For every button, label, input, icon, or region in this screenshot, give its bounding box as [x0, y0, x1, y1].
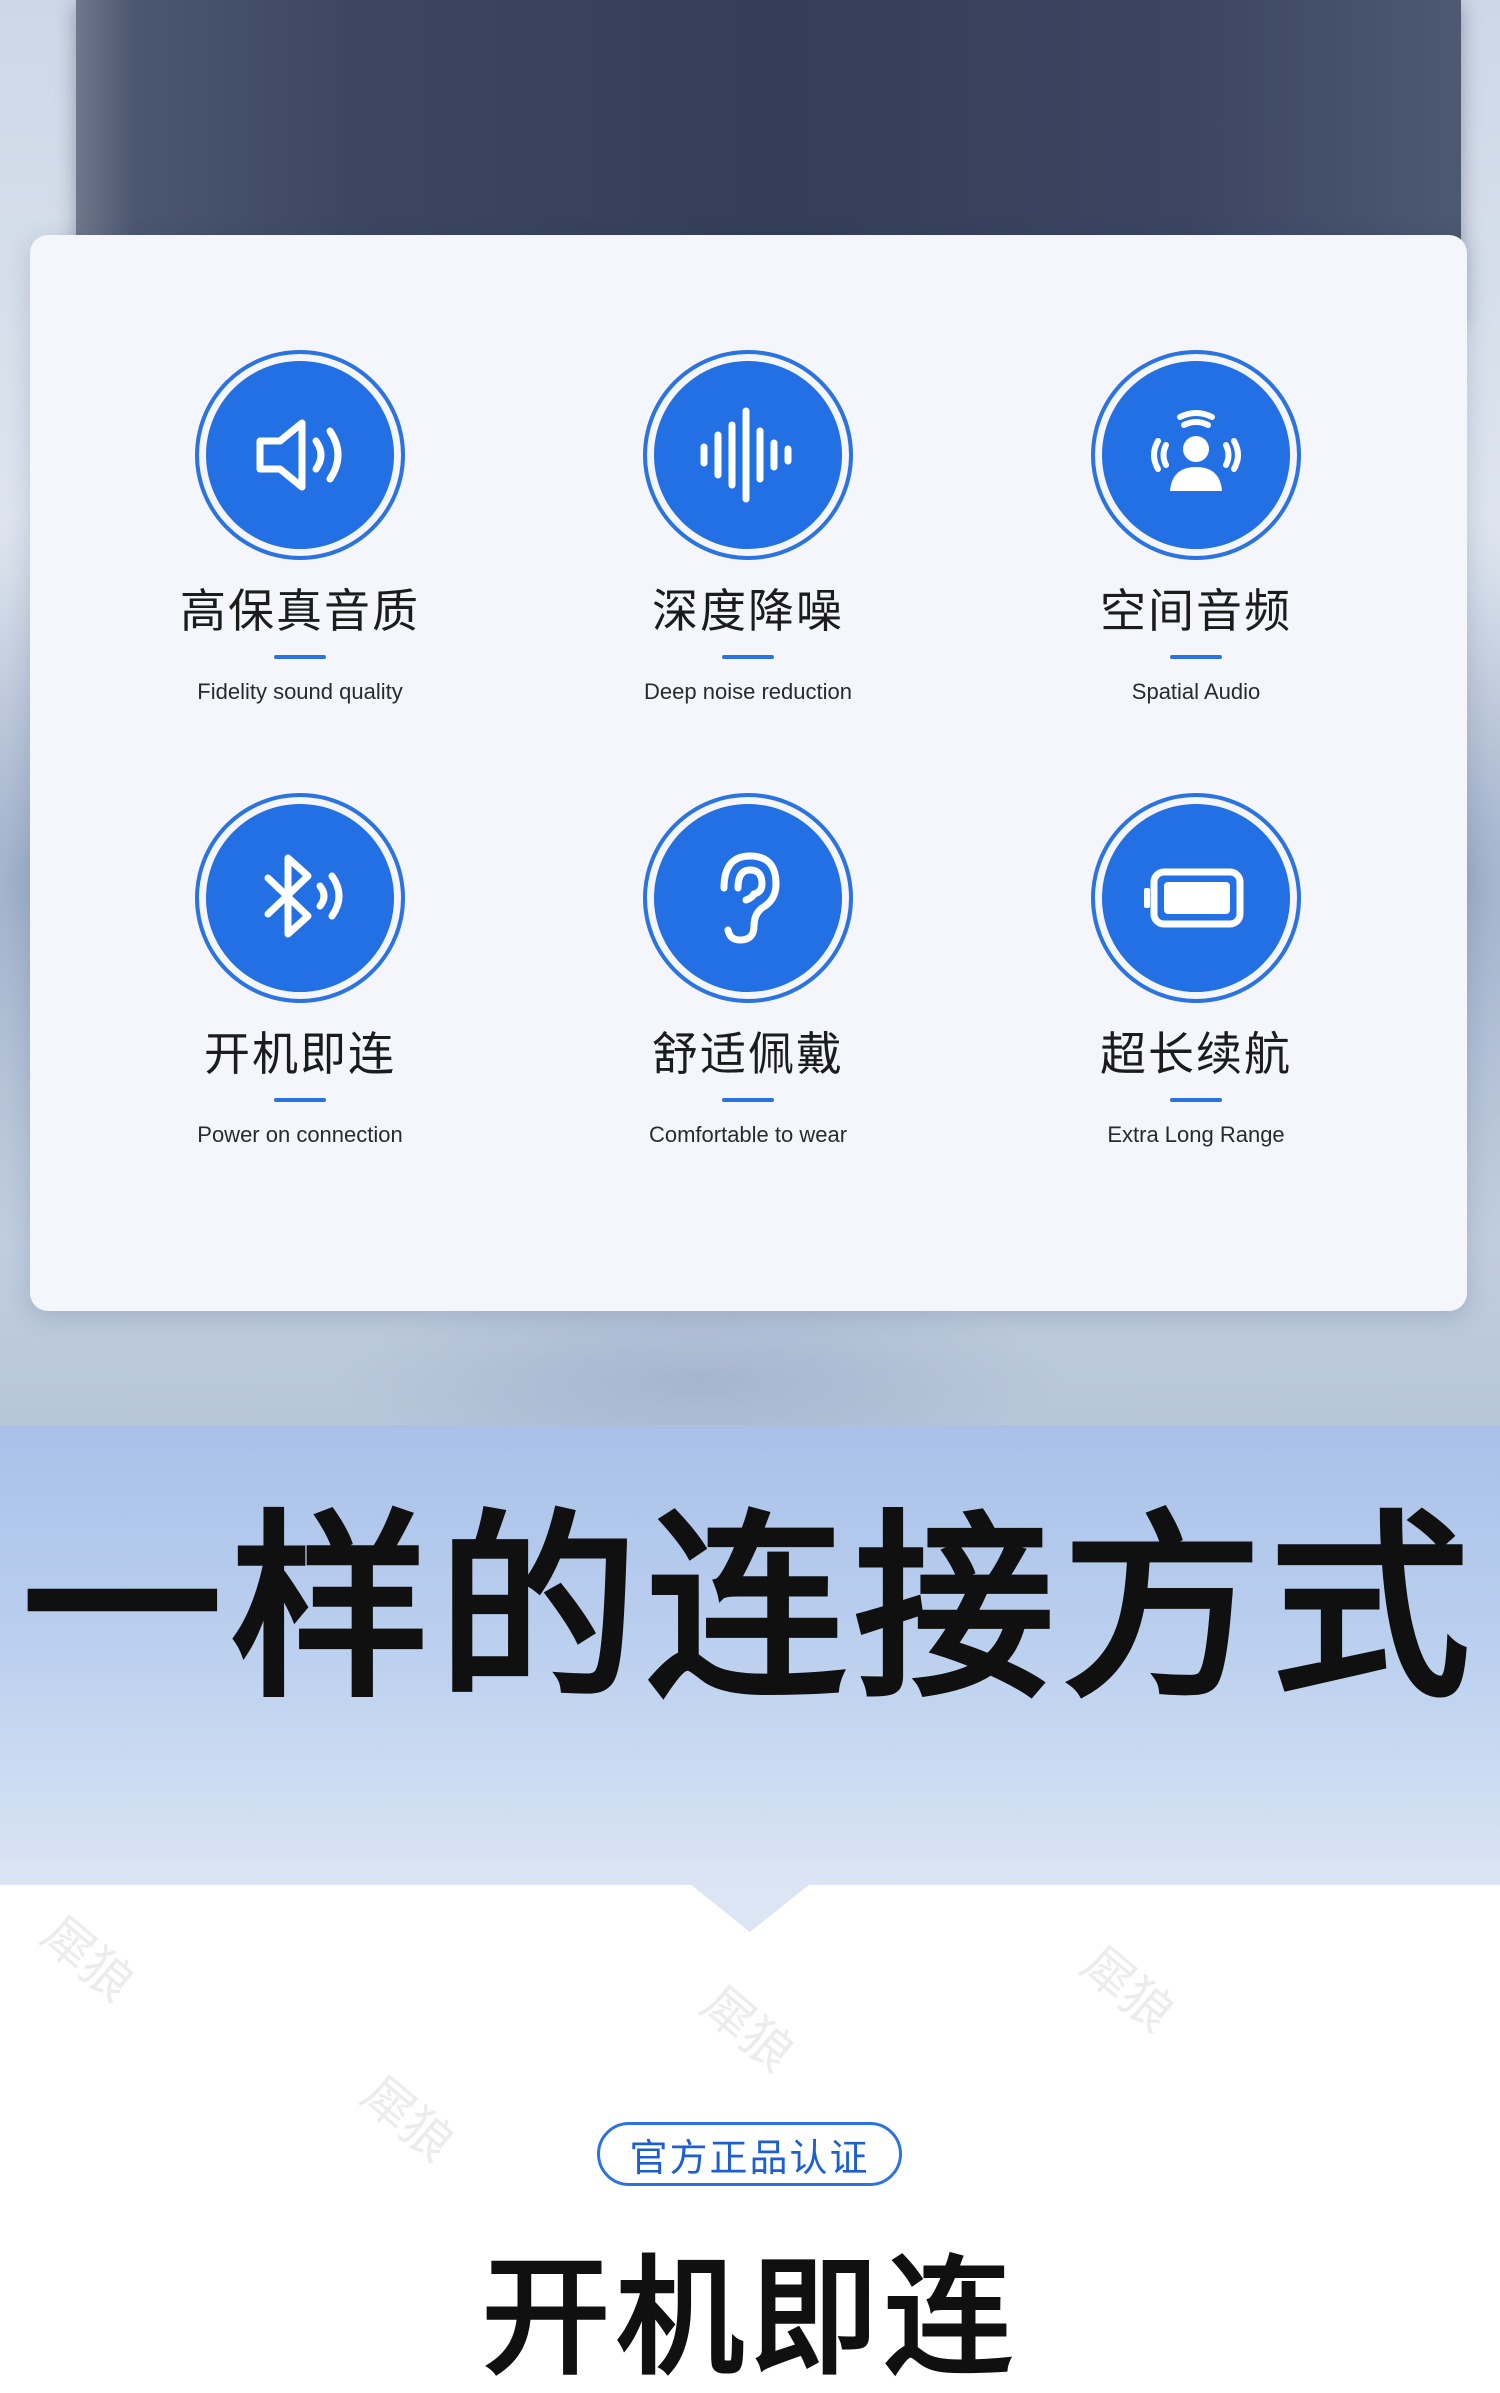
headline-title: 一样的连接方式 — [21, 1493, 1478, 1726]
spatial-audio-person-icon — [1102, 361, 1290, 549]
watermark: 犀狼 — [30, 1904, 145, 2014]
divider — [274, 655, 326, 660]
official-certification-badge: 官方正品认证 — [597, 2122, 902, 2186]
feature-title: 舒适佩戴 — [652, 1027, 844, 1081]
icon-ring — [1091, 350, 1301, 560]
icon-ring — [195, 350, 405, 560]
watermark: 犀狼 — [690, 1974, 805, 2084]
icon-ring — [195, 793, 405, 1003]
divider — [274, 1098, 326, 1103]
icon-ring — [1091, 793, 1301, 1003]
battery-icon — [1102, 804, 1290, 992]
feature-subtitle: Power on connection — [197, 1122, 403, 1148]
feature-subtitle: Spatial Audio — [1131, 679, 1261, 705]
watermark: 犀狼 — [350, 2064, 465, 2174]
feature-subtitle: Deep noise reduction — [644, 679, 852, 705]
notch-arrow-icon — [690, 1884, 810, 1932]
watermark: 犀狼 — [1070, 1934, 1185, 2044]
divider — [722, 1098, 774, 1103]
bluetooth-icon — [206, 804, 394, 992]
feature-spatial-audio: 空间音频 Spatial Audio — [956, 350, 1436, 705]
feature-subtitle: Extra Long Range — [1107, 1122, 1285, 1148]
feature-title: 深度降噪 — [652, 584, 844, 638]
feature-title: 开机即连 — [204, 1027, 396, 1081]
feature-comfortable-wear: 舒适佩戴 Comfortable to wear — [508, 793, 988, 1148]
feature-title: 空间音频 — [1100, 584, 1292, 638]
feature-title: 超长续航 — [1100, 1027, 1292, 1081]
feature-noise-reduction: 深度降噪 Deep noise reduction — [508, 350, 988, 705]
divider — [1170, 1098, 1222, 1103]
section-title: 开机即连 — [481, 2244, 1018, 2393]
icon-ring — [643, 793, 853, 1003]
sound-wave-icon — [654, 361, 842, 549]
ear-icon — [654, 804, 842, 992]
divider — [722, 655, 774, 660]
feature-subtitle: Fidelity sound quality — [197, 679, 403, 705]
feature-extra-long-range: 超长续航 Extra Long Range — [956, 793, 1436, 1148]
divider — [1170, 655, 1222, 660]
speaker-volume-icon — [206, 361, 394, 549]
feature-power-on-connection: 开机即连 Power on connection — [60, 793, 540, 1148]
feature-fidelity-sound: 高保真音质 Fidelity sound quality — [60, 350, 540, 705]
feature-title: 高保真音质 — [180, 584, 420, 638]
feature-card: 高保真音质 Fidelity sound quality 深度降噪 Deep n… — [30, 235, 1467, 1311]
feature-subtitle: Comfortable to wear — [648, 1122, 848, 1148]
icon-ring — [643, 350, 853, 560]
